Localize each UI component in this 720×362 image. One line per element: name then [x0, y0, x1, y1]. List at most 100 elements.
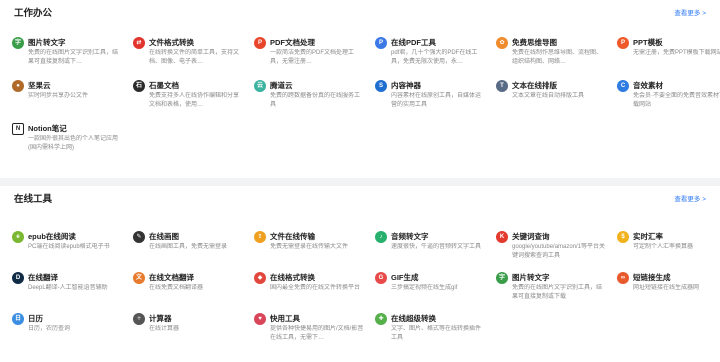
link-icon: ∞ — [617, 272, 629, 284]
tool-card[interactable]: ⇄ 文件格式转换 在线转换文件的简单工具，支持文档、图像、电子表… — [133, 34, 254, 77]
tool-card[interactable]: T 文本在线排版文本文章在线自动排版工具 — [496, 77, 617, 120]
pdf-tools-icon: P — [375, 37, 387, 49]
draw-icon: ✎ — [133, 231, 145, 243]
ppt-icon: P — [617, 37, 629, 49]
tool-card[interactable]: 字图片转文字免费的在线图片文字识别工具，结果可直接复制或下载 — [496, 269, 617, 310]
tool-card[interactable]: 日日历 日历，农历查询 — [12, 310, 133, 351]
tool-card[interactable]: ∞ 短链接生成 网址短链接在线生成器网 — [617, 269, 720, 310]
cloud-icon: 云 — [254, 80, 266, 92]
tool-card[interactable]: P 在线PDF工具 pdf君，几十个强大的PDF在线工具，免费无限次使用，永… — [375, 34, 496, 77]
office-panel: 工作办公 查看更多 > 字图片转文字免费的在线图片文字识别工具，结果可直接复制或… — [0, 0, 720, 178]
tool-name: 在线文档翻译 — [149, 273, 194, 282]
mindmap-icon: ✿ — [496, 37, 508, 49]
tool-name: PDF文档处理 — [270, 38, 315, 47]
tool-name: 在线翻译 — [28, 273, 58, 282]
tool-card[interactable]: S 内容神器内容素材在线原创工具，自媒体运营的实用工具 — [375, 77, 496, 120]
tool-card[interactable]: ◆ 在线格式转换 国内最全免费的在线文件转换平台 — [254, 269, 375, 310]
tool-card[interactable]: ⇪ 文件在线传输免费无需登录在线传输大文件 — [254, 228, 375, 269]
office-header: 工作办公 查看更多 > — [12, 0, 708, 20]
tool-name: 文件在线传输 — [270, 232, 315, 241]
tool-card[interactable]: C 音效素材免会员·不要全面的免费音效素材下载网站 — [617, 77, 720, 120]
tools-icon: ♥ — [254, 313, 266, 325]
content-icon: S — [375, 80, 387, 92]
tool-card[interactable]: D 在线翻译 DeepL翻译-人工智能语音辅助 — [12, 269, 133, 310]
tool-description: google/youtube/amazon/1等平台关键词搜索查询工具 — [512, 244, 606, 259]
office-title: 工作办公 — [14, 8, 53, 19]
image-text-icon: 字 — [12, 37, 24, 49]
tool-card[interactable]: ÷ 计算器 在线计算器 — [133, 310, 254, 351]
tool-description: 可定制个人汇率换算器 — [633, 244, 694, 250]
tool-description: pdf君，几十个强大的PDF在线工具，免费无限次使用，永… — [391, 50, 478, 65]
tools-more-link[interactable]: 查看更多 > — [674, 193, 706, 203]
calendar-icon: 日 — [12, 313, 24, 325]
tool-description: 免费无需登录在线传输大文件 — [270, 244, 349, 250]
tool-description: 提供各种快捷易用的图片/文档/影音在线工具，无需下… — [270, 326, 364, 341]
sound-icon: C — [617, 80, 629, 92]
tool-card[interactable]: ♪ 音频转文字 速度很快，牛逼的音频转文字工具 — [375, 228, 496, 269]
tool-description: 一款简洁免费的PDF文档处理工具，无需注册… — [270, 50, 355, 65]
tool-name: 音效素材 — [633, 81, 663, 90]
tool-description: 实时同步共享办公文件 — [28, 93, 89, 99]
tool-card[interactable]: 字图片转文字免费的在线图片文字识别工具，结果可直接复制或下… — [12, 34, 133, 77]
tool-card[interactable]: K 关键词查询 google/youtube/amazon/1等平台关键词搜索查询工… — [496, 228, 617, 269]
tool-name: 内容神器 — [391, 81, 421, 90]
notion-icon: N — [12, 123, 24, 135]
format-icon: ◆ — [254, 272, 266, 284]
shimo-icon: 石 — [133, 80, 145, 92]
office-grid: 字图片转文字 免费的在线图片文字识别工具，结果可直接复制或下… ⇄ 文件格式转换 在线转… — [12, 34, 720, 163]
tool-name: 日历 — [28, 314, 43, 323]
tool-name: 在线画图 — [149, 232, 179, 241]
tool-description: 在线免费文档翻译器 — [149, 285, 204, 291]
super-convert-icon: ✚ — [375, 313, 387, 325]
tool-description: 免费的在线图片文字识别工具，结果可直接复制或下载 — [512, 285, 603, 300]
tool-description: 免会员·不要全面的免费音效素材下载网站 — [633, 93, 720, 108]
tool-card[interactable]: ♥ 快用工具 提供各种快捷易用的图片/文档/影音在线工具，无需下… — [254, 310, 375, 351]
tool-description: 文本文章在线自动排版工具 — [512, 93, 585, 99]
tool-card[interactable]: $ 实时汇率 可定制个人汇率换算器 — [617, 228, 720, 269]
tool-description: 在线转换文件的简单工具，支持文档、图像、电子表… — [149, 50, 240, 65]
tool-name: 文本在线排版 — [512, 81, 557, 90]
tool-name: 图片转文字 — [512, 273, 550, 282]
pdf-icon: P — [254, 37, 266, 49]
tool-card[interactable]: ✚ 在线超级转换 文字、图片、格式等在线转换插件工具 — [375, 310, 496, 351]
tool-name: 在线PDF工具 — [391, 38, 436, 47]
tool-card[interactable]: N Notion笔记 一款国外很其出色的个人笔记应用(国内需科学上网) — [12, 120, 133, 163]
tools-title: 在线工具 — [14, 194, 53, 205]
tool-name: 实时汇率 — [633, 232, 663, 241]
tool-description: 免费支持多人在线协作编辑和分享文档和表格，使用… — [149, 93, 240, 108]
tool-card[interactable]: P PPT模板 无需注册，免费PPT模板下载网站 — [617, 34, 720, 77]
tool-card[interactable]: ● 坚果云 实时同步共享办公文件 — [12, 77, 133, 120]
tool-card[interactable]: G GIF生成 三步搞定视频在线生成gif — [375, 269, 496, 310]
tool-name: 图片转文字 — [28, 38, 66, 47]
tool-description: 免费的跨数据备份真的在线服务工具 — [270, 93, 361, 108]
tool-name: 音频转文字 — [391, 232, 429, 241]
tool-card[interactable]: ✿ 免费思维导图 免费在线制作思维导图、流程图、组织结构图、网络… — [496, 34, 617, 77]
tool-name: Notion笔记 — [28, 124, 67, 133]
tool-description: 内容素材在线原创工具，自媒体运营的实用工具 — [391, 93, 482, 108]
tool-card[interactable]: 云腾道云免费的跨数据备份真的在线服务工具 — [254, 77, 375, 120]
audio-icon: ♪ — [375, 231, 387, 243]
tool-name: epub在线阅读 — [28, 232, 76, 241]
tool-card[interactable]: ✎ 在线画图在线画图工具，免费无需登录 — [133, 228, 254, 269]
ocr-icon: 字 — [496, 272, 508, 284]
tool-card[interactable]: e epub在线阅读 PC端在线阅读epub格式电子书 — [12, 228, 133, 269]
tool-name: 关键词查询 — [512, 232, 550, 241]
tools-grid: e epub在线阅读 PC端在线阅读epub格式电子书 ✎ 在线画图在线画图工具，免费无… — [12, 228, 720, 351]
transfer-icon: ⇪ — [254, 231, 266, 243]
tool-name: 免费思维导图 — [512, 38, 557, 47]
tool-description: 文字、图片、格式等在线转换插件工具 — [391, 326, 482, 341]
tool-description: 三步搞定视频在线生成gif — [391, 285, 458, 291]
tool-card[interactable]: P PDF文档处理一款简洁免费的PDF文档处理工具，无需注册… — [254, 34, 375, 77]
tool-card[interactable]: 文在线文档翻译 在线免费文档翻译器 — [133, 269, 254, 310]
tool-description: 在线画图工具，免费无需登录 — [149, 244, 228, 250]
office-more-link[interactable]: 查看更多 > — [674, 7, 706, 17]
tool-name: 腾道云 — [270, 81, 293, 90]
text-layout-icon: T — [496, 80, 508, 92]
tool-card[interactable]: 石石墨文档免费支持多人在线协作编辑和分享文档和表格，使用… — [133, 77, 254, 120]
convert-icon: ⇄ — [133, 37, 145, 49]
tool-name: GIF生成 — [391, 273, 419, 282]
tool-description: 免费的在线图片文字识别工具，结果可直接复制或下… — [28, 50, 119, 65]
tool-name: 在线格式转换 — [270, 273, 315, 282]
tool-name: 石墨文档 — [149, 81, 179, 90]
calculator-icon: ÷ — [133, 313, 145, 325]
